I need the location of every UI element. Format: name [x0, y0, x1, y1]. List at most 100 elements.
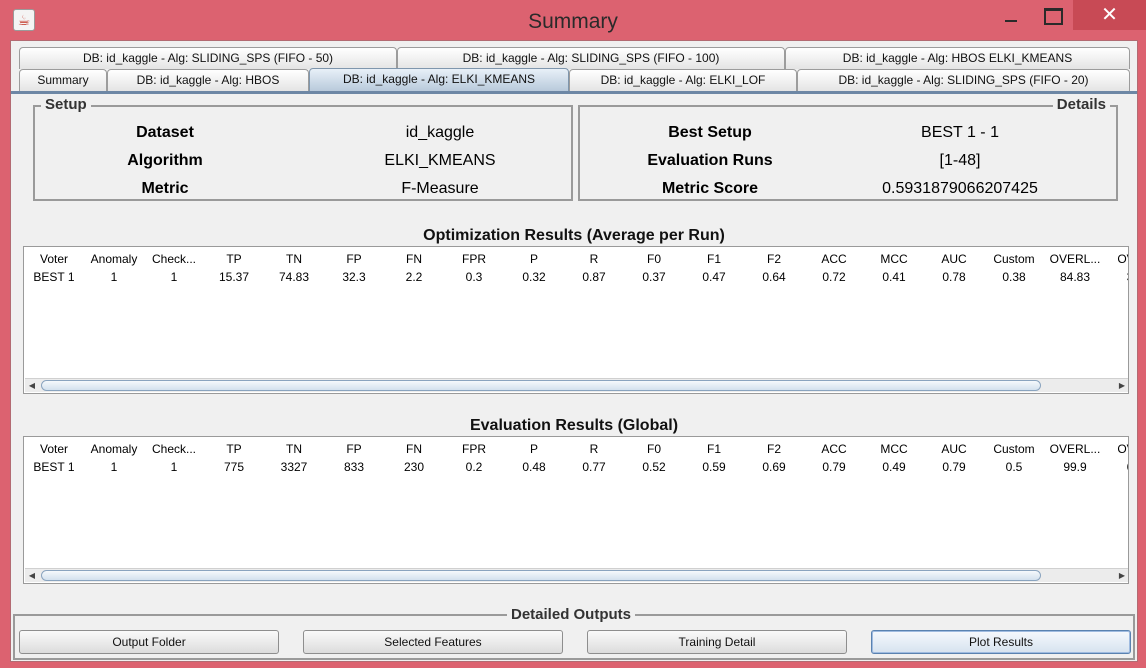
- metric-score-label: Metric Score: [661, 180, 759, 197]
- cell-auc: AUC: [941, 442, 967, 456]
- details-panel: Details Best Setup BEST 1 - 1 Evaluation…: [578, 96, 1118, 201]
- cell-anomaly: 1: [110, 460, 118, 474]
- cell-voter: BEST 1: [33, 270, 75, 284]
- cell-r: 0.87: [582, 270, 606, 284]
- tab-elki-kmeans[interactable]: DB: id_kaggle - Alg: ELKI_KMEANS: [309, 68, 569, 92]
- cell-f1: F1: [706, 442, 721, 456]
- scroll-thumb[interactable]: [41, 380, 1041, 391]
- cell-mcc: 0.49: [882, 460, 906, 474]
- cell-f1: 0.59: [702, 460, 726, 474]
- maximize-icon[interactable]: [1034, 0, 1068, 30]
- cell-p: P: [529, 442, 538, 456]
- cell-fpr: 0.3: [465, 270, 483, 284]
- tab-hbos-elki-kmeans[interactable]: DB: id_kaggle - Alg: HBOS ELKI_KMEANS: [785, 47, 1130, 69]
- cell-f0: F0: [646, 442, 661, 456]
- cell-ove: OVE: [1117, 442, 1128, 456]
- cell-f0: 0.52: [642, 460, 666, 474]
- optimization-results-table[interactable]: Voter Anomaly Check... TP TN FP FN FPR P R F0 F1 F2 A…: [23, 246, 1129, 394]
- cell-voter: Voter: [39, 442, 69, 456]
- cell-fp: FP: [346, 442, 362, 456]
- tab-sliding-sps-fifo-20[interactable]: DB: id_kaggle - Alg: SLIDING_SPS (FIFO -…: [797, 69, 1130, 91]
- cell-fp: 32.3: [342, 270, 366, 284]
- algorithm-label: Algorithm: [127, 152, 203, 169]
- horizontal-scrollbar[interactable]: ◀ ▶: [25, 378, 1128, 392]
- cell-check: 1: [170, 460, 178, 474]
- scroll-left-icon[interactable]: ◀: [25, 569, 39, 582]
- cell-custom: Custom: [993, 442, 1035, 456]
- cell-f1: 0.47: [702, 270, 726, 284]
- cell-custom: 0.5: [1005, 460, 1023, 474]
- cell-r: 0.77: [582, 460, 606, 474]
- cell-check: 1: [170, 270, 178, 284]
- title-bar: ☕ Summary ✕: [0, 0, 1146, 40]
- cell-mcc: MCC: [880, 442, 908, 456]
- tab-elki-lof[interactable]: DB: id_kaggle - Alg: ELKI_LOF: [569, 69, 797, 91]
- cell-auc: AUC: [941, 252, 967, 266]
- scroll-left-icon[interactable]: ◀: [25, 379, 39, 392]
- evaluation-runs-value: [1-48]: [939, 152, 981, 169]
- cell-overl: 84.83: [1059, 270, 1091, 284]
- cell-ove: 6: [1110, 459, 1128, 476]
- cell-check: Check...: [151, 252, 196, 266]
- plot-results-button[interactable]: Plot Results: [871, 630, 1131, 654]
- cell-anomaly: Anomaly: [90, 442, 138, 456]
- setup-panel: Setup Dataset id_kaggle Algorithm ELKI_K…: [33, 96, 573, 201]
- cell-check: Check...: [151, 442, 196, 456]
- cell-ove: OVE: [1117, 252, 1128, 266]
- cell-tn: 3327: [280, 460, 308, 474]
- algorithm-value: ELKI_KMEANS: [384, 152, 496, 169]
- tab-sliding-sps-fifo-50[interactable]: DB: id_kaggle - Alg: SLIDING_SPS (FIFO -…: [19, 47, 397, 69]
- cell-r: R: [589, 252, 599, 266]
- cell-f2: F2: [766, 442, 781, 456]
- evaluation-results-title: Evaluation Results (Global): [469, 417, 679, 434]
- cell-tp: TP: [226, 252, 242, 266]
- cell-auc: 0.78: [942, 270, 966, 284]
- minimize-icon[interactable]: [995, 0, 1025, 30]
- cell-fpr: 0.2: [465, 460, 483, 474]
- cell-ove: 3: [1110, 269, 1128, 286]
- output-folder-button[interactable]: Output Folder: [19, 630, 279, 654]
- tab-summary[interactable]: Summary: [19, 69, 107, 91]
- tab-hbos[interactable]: DB: id_kaggle - Alg: HBOS: [107, 69, 309, 91]
- cell-f2: 0.64: [762, 270, 786, 284]
- cell-fpr: FPR: [462, 252, 486, 266]
- table-row[interactable]: BEST 1 1 1 775 3327 833 230 0.2 0.48 0.77 0.52 0.59…: [24, 459, 1128, 476]
- cell-f2: 0.69: [762, 460, 786, 474]
- close-icon[interactable]: ✕: [1073, 0, 1146, 30]
- cell-tn: TN: [286, 252, 302, 266]
- cell-tn: 74.83: [278, 270, 310, 284]
- selected-features-button[interactable]: Selected Features: [303, 630, 563, 654]
- cell-tn: TN: [286, 442, 302, 456]
- best-setup-value: BEST 1 - 1: [921, 124, 999, 141]
- cell-anomaly: Anomaly: [90, 252, 138, 266]
- cell-tp: TP: [226, 442, 242, 456]
- tab-sliding-sps-fifo-100[interactable]: DB: id_kaggle - Alg: SLIDING_SPS (FIFO -…: [397, 47, 785, 69]
- scroll-right-icon[interactable]: ▶: [1115, 379, 1128, 392]
- cell-fp: 833: [343, 460, 365, 474]
- cell-fn: 230: [403, 460, 425, 474]
- evaluation-results-table[interactable]: Voter Anomaly Check... TP TN FP FN FPR P R F0 F1 F2 A…: [23, 436, 1129, 584]
- cell-fn: FN: [406, 252, 422, 266]
- detailed-outputs-title: Detailed Outputs: [507, 606, 636, 624]
- table-row[interactable]: BEST 1 1 1 15.37 74.83 32.3 2.2 0.3 0.32 0.87 0.37…: [24, 269, 1128, 286]
- scroll-right-icon[interactable]: ▶: [1115, 569, 1128, 582]
- cell-voter: Voter: [39, 252, 69, 266]
- dataset-value: id_kaggle: [405, 124, 475, 141]
- horizontal-scrollbar[interactable]: ◀ ▶: [25, 568, 1128, 582]
- cell-acc: 0.72: [822, 270, 846, 284]
- scroll-thumb[interactable]: [41, 570, 1041, 581]
- cell-tp: 15.37: [218, 270, 250, 284]
- cell-overl: OVERL...: [1049, 252, 1101, 266]
- cell-acc: 0.79: [822, 460, 846, 474]
- cell-p: 0.32: [522, 270, 546, 284]
- cell-f1: F1: [706, 252, 721, 266]
- best-setup-label: Best Setup: [668, 124, 752, 141]
- table-header: Voter Anomaly Check... TP TN FP FN FPR P R F0 F1 F2 A…: [24, 441, 1128, 458]
- cell-auc: 0.79: [942, 460, 966, 474]
- cell-fpr: FPR: [462, 442, 486, 456]
- cell-fp: FP: [346, 252, 362, 266]
- optimization-results-title: Optimization Results (Average per Run): [423, 227, 725, 244]
- cell-voter: BEST 1: [33, 460, 75, 474]
- training-detail-button[interactable]: Training Detail: [587, 630, 847, 654]
- cell-acc: ACC: [821, 442, 847, 456]
